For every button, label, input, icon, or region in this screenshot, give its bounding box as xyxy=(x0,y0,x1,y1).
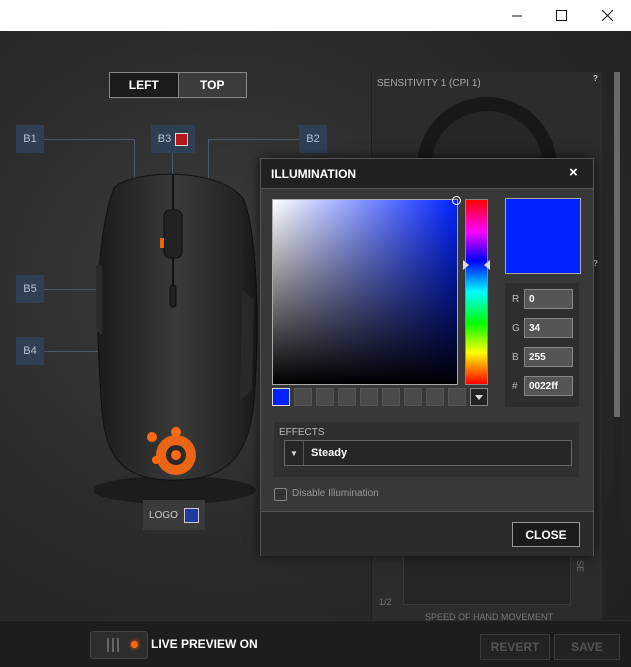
button-b5-tag[interactable]: B5 xyxy=(16,275,44,303)
hue-slider[interactable] xyxy=(463,199,490,385)
chevron-down-icon xyxy=(475,395,483,400)
hue-handle-left[interactable] xyxy=(463,260,469,270)
button-b4-tag[interactable]: B4 xyxy=(16,337,44,365)
maximize-icon xyxy=(556,10,567,21)
title-bar xyxy=(0,0,631,32)
scrollbar-thumb[interactable] xyxy=(614,72,620,417)
minimize-button[interactable] xyxy=(494,0,540,31)
hex-row: # 0022ff xyxy=(505,376,579,398)
color-swatch-1[interactable] xyxy=(272,388,290,406)
dropdown-arrow-icon: ▼ xyxy=(285,441,304,465)
sensitivity-dial[interactable] xyxy=(417,97,557,167)
b3-color-swatch xyxy=(175,132,189,146)
view-top-button[interactable]: TOP xyxy=(178,73,246,97)
view-toggle: LEFT TOP xyxy=(109,72,247,98)
acceleration-graph[interactable] xyxy=(403,555,571,605)
color-swatch-9[interactable] xyxy=(448,388,466,406)
button-b2-tag[interactable]: B2 xyxy=(299,125,327,153)
illumination-dialog: ILLUMINATION × R 0 G 34 B 255 # 0022ff E… xyxy=(260,158,594,556)
live-preview-switch[interactable] xyxy=(90,631,148,659)
color-swatch-7[interactable] xyxy=(404,388,422,406)
save-button[interactable]: SAVE xyxy=(554,634,620,660)
graph-ylabel: SE xyxy=(575,560,585,573)
hex-label: # xyxy=(512,381,518,392)
effects-value: Steady xyxy=(311,447,348,459)
b-row: B 255 xyxy=(505,347,579,369)
swatch-dropdown[interactable] xyxy=(470,388,488,406)
leader-line xyxy=(44,289,98,290)
close-window-button[interactable] xyxy=(584,0,630,31)
live-indicator-icon xyxy=(131,641,138,648)
sensitivity-title: SENSITIVITY 1 (CPI 1) xyxy=(377,78,481,89)
effects-select[interactable]: ▼ Steady xyxy=(284,440,572,466)
scrollbar[interactable] xyxy=(613,72,621,622)
mouse-illustration xyxy=(94,173,258,504)
logo-tag[interactable]: LOGO xyxy=(143,500,205,530)
help-icon[interactable]: ? xyxy=(593,74,603,84)
close-button[interactable]: CLOSE xyxy=(512,522,580,547)
view-left-button[interactable]: LEFT xyxy=(110,73,179,97)
revert-button[interactable]: REVERT xyxy=(480,634,550,660)
color-swatch-5[interactable] xyxy=(360,388,378,406)
picker-cursor[interactable] xyxy=(452,196,461,205)
close-icon xyxy=(602,10,613,21)
logo-color-swatch xyxy=(183,507,199,523)
b-input[interactable]: 255 xyxy=(524,347,573,367)
button-b3-tag[interactable]: B3 xyxy=(151,125,195,153)
g-row: G 34 xyxy=(505,318,579,340)
rgb-inputs: R 0 G 34 B 255 # 0022ff xyxy=(505,283,579,407)
live-preview-label: LIVE PREVIEW ON xyxy=(151,637,258,651)
minimize-icon xyxy=(512,15,522,17)
dialog-close-icon[interactable]: × xyxy=(569,164,578,181)
r-row: R 0 xyxy=(505,289,579,311)
g-input[interactable]: 34 xyxy=(524,318,573,338)
effects-section: EFFECTS ▼ Steady xyxy=(274,422,579,477)
color-swatch-2[interactable] xyxy=(294,388,312,406)
b3-label: B3 xyxy=(157,133,172,145)
dialog-header: ILLUMINATION × xyxy=(261,159,593,189)
disable-illumination-label: Disable Illumination xyxy=(292,488,379,499)
r-label: R xyxy=(512,294,520,305)
color-swatch-3[interactable] xyxy=(316,388,334,406)
leader-line xyxy=(208,139,300,140)
saturation-value-picker[interactable] xyxy=(272,196,461,385)
r-input[interactable]: 0 xyxy=(524,289,573,309)
maximize-button[interactable] xyxy=(538,0,584,31)
dialog-title: ILLUMINATION xyxy=(271,167,357,181)
button-b1-tag[interactable]: B1 xyxy=(16,125,44,153)
g-label: G xyxy=(512,323,520,334)
color-swatch-4[interactable] xyxy=(338,388,356,406)
color-swatch-6[interactable] xyxy=(382,388,400,406)
dialog-footer: CLOSE xyxy=(261,511,593,556)
logo-label: LOGO xyxy=(149,509,178,521)
leader-line xyxy=(44,139,134,140)
hex-input[interactable]: 0022ff xyxy=(524,376,573,396)
disable-illumination-checkbox[interactable] xyxy=(274,488,287,501)
color-preview xyxy=(505,198,581,274)
help-icon-2[interactable]: ? xyxy=(593,259,603,269)
b-label: B xyxy=(512,352,519,363)
hue-handle-right[interactable] xyxy=(484,260,490,270)
page-indicator: 1/2 xyxy=(379,597,392,607)
effects-label: EFFECTS xyxy=(279,427,325,438)
color-swatch-8[interactable] xyxy=(426,388,444,406)
